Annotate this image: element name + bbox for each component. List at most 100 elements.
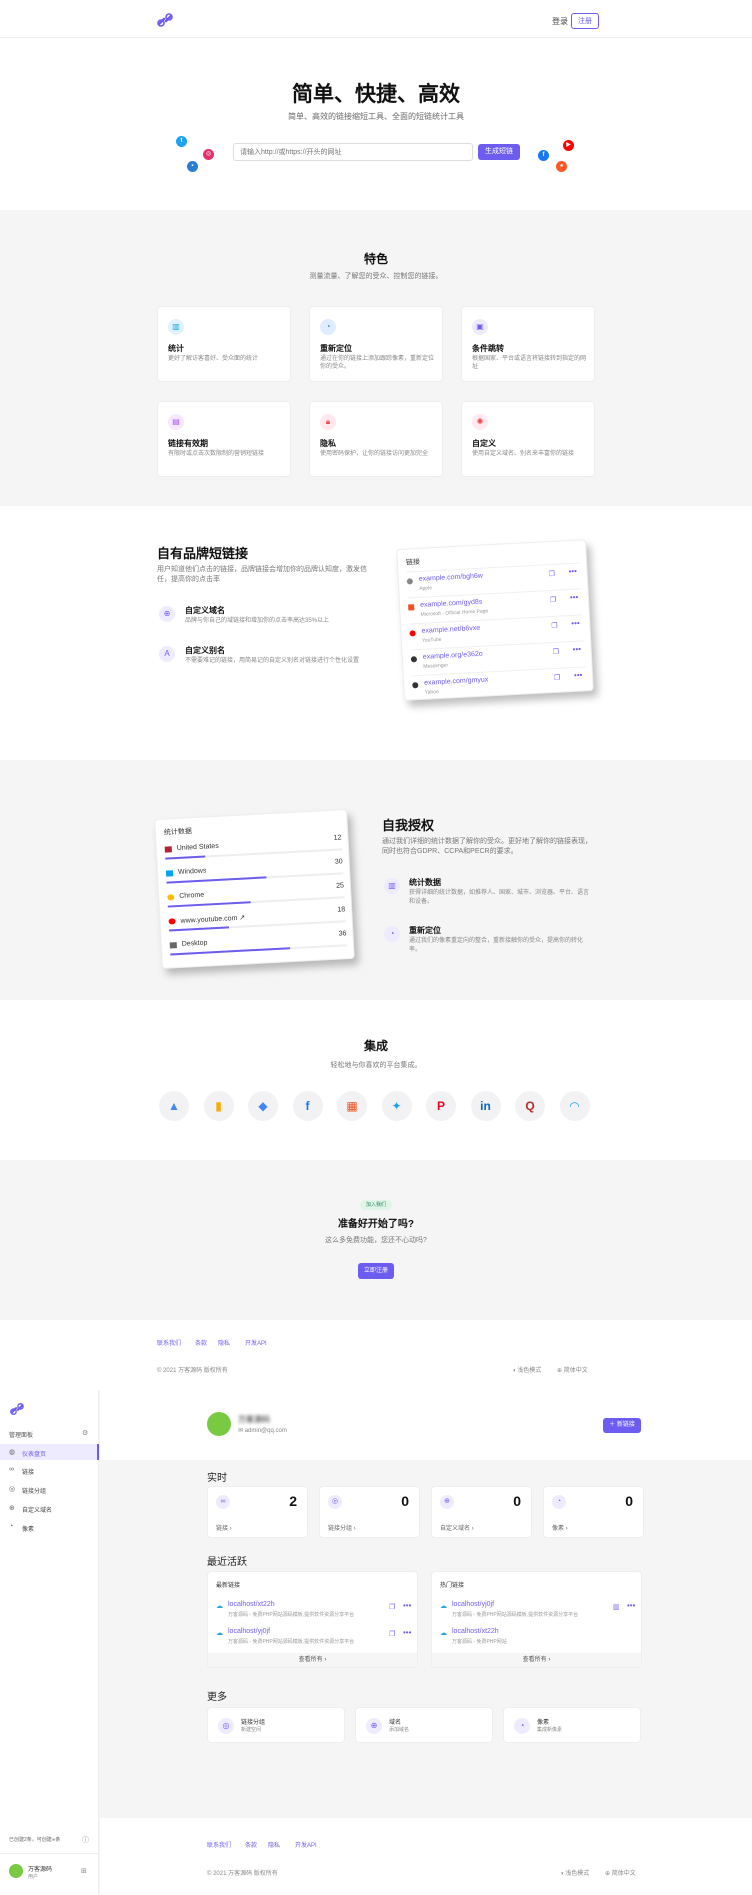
new-link-button[interactable]: ＋ 新链接: [603, 1418, 641, 1433]
youtube-icon: [168, 918, 176, 925]
more-icon[interactable]: •••: [403, 1628, 411, 1637]
footer-link-privacy[interactable]: 隐私: [268, 1840, 280, 1849]
more-icon[interactable]: •••: [574, 671, 583, 680]
link-logo-icon[interactable]: [9, 1402, 25, 1416]
link-logo-icon[interactable]: [156, 12, 174, 28]
stat-bar: [169, 926, 230, 932]
sidebar-item-dashboard[interactable]: ◍ 仪表盘页: [0, 1444, 99, 1460]
copy-icon[interactable]: ❐: [389, 1603, 395, 1611]
stat-name: Desktop: [181, 939, 208, 948]
avatar[interactable]: [207, 1412, 231, 1436]
more-card-pixels[interactable]: ◔ 像素 集成新像素: [503, 1707, 641, 1743]
stat-name: United States: [176, 842, 219, 853]
short-url[interactable]: example.com/gyd8s: [420, 599, 483, 609]
short-url[interactable]: localhost/yj0jf: [452, 1601, 494, 1608]
adroll-icon[interactable]: ◠: [559, 1091, 590, 1121]
kpi-links[interactable]: ∞ 2 链接 ›: [207, 1486, 308, 1538]
link-desc: 万客源码 - 免费PHP网站源码模板,提供软件资源分享平台: [228, 1612, 355, 1618]
recent-heading: 最近活跃: [207, 1557, 247, 1568]
footer-link-terms[interactable]: 条款: [245, 1840, 257, 1849]
copy-icon[interactable]: ❐: [389, 1630, 395, 1638]
copy-icon[interactable]: ❐: [553, 648, 560, 656]
more-sub: 集成新像素: [537, 1727, 563, 1733]
language-select[interactable]: ⊕ 简体中文: [605, 1868, 636, 1877]
short-url[interactable]: localhost/xt22h: [228, 1601, 275, 1608]
self-section: [0, 760, 752, 1000]
footer-link-contact[interactable]: 联系我们: [207, 1840, 231, 1849]
redirect-icon: ▣: [472, 319, 488, 335]
view-all-link[interactable]: 查看所有 ›: [432, 1653, 641, 1667]
integrations-subtitle: 轻松地与你喜欢的平台集成。: [330, 1062, 422, 1069]
footer-link-terms[interactable]: 条款: [195, 1338, 207, 1347]
microsoft-icon[interactable]: ▦: [337, 1091, 367, 1121]
view-all-link[interactable]: 查看所有 ›: [208, 1653, 417, 1667]
google-tag-manager-icon[interactable]: ◆: [248, 1091, 278, 1121]
short-url[interactable]: localhost/yj0jf: [228, 1628, 270, 1635]
register-now-button[interactable]: 立即注册: [358, 1263, 394, 1279]
reddit-icon: ●: [556, 161, 567, 172]
more-icon[interactable]: •••: [572, 645, 581, 654]
theme-toggle[interactable]: ◑ 浅色模式: [560, 1868, 589, 1877]
stats-card-title: 统计数据: [163, 828, 193, 837]
chat-icon: ▪: [187, 161, 198, 172]
logout-icon[interactable]: ⊞: [81, 1867, 87, 1875]
sidebar-item-links[interactable]: ∞ 链接: [0, 1462, 99, 1478]
login-link[interactable]: 登录: [552, 16, 568, 27]
url-input[interactable]: [233, 143, 473, 161]
shorten-form: 生成短链: [233, 143, 520, 161]
quora-icon[interactable]: Q: [515, 1091, 545, 1121]
short-url[interactable]: example.com/gmyux: [424, 676, 488, 686]
footer-copyright: © 2021 万客源码 版权所有: [207, 1871, 278, 1877]
google-analytics-icon[interactable]: ▮: [203, 1091, 234, 1121]
avatar[interactable]: [9, 1864, 23, 1878]
stat-value: 36: [338, 930, 347, 938]
sidebar-item-pixels[interactable]: ◔ 像素: [0, 1519, 99, 1535]
copy-icon[interactable]: ❐: [554, 674, 561, 682]
more-icon[interactable]: •••: [571, 619, 580, 628]
footer-link-api[interactable]: 开发API: [245, 1338, 267, 1347]
language-select[interactable]: ⊕ 简体中文: [557, 1365, 588, 1374]
footer-link-privacy[interactable]: 隐私: [218, 1338, 230, 1347]
stat-value: 30: [334, 858, 343, 866]
kpi-domains[interactable]: ⊕ 0 自定义域名 ›: [431, 1486, 532, 1538]
youtube-icon: [409, 630, 416, 637]
short-url[interactable]: example.org/e362o: [423, 651, 483, 661]
linkedin-icon[interactable]: in: [470, 1091, 501, 1121]
short-url[interactable]: localhost/xt22h: [452, 1628, 499, 1635]
self-feat2-desc: 通过我们的像素重定向的整合，重新接触你的受众，提高你的转化率。: [409, 938, 584, 953]
copy-icon[interactable]: ❐: [550, 596, 557, 604]
more-icon[interactable]: •••: [403, 1601, 411, 1610]
stats-icon[interactable]: ▥: [613, 1603, 620, 1611]
footer-link-contact[interactable]: 联系我们: [157, 1338, 181, 1347]
feature-desc: 更好了解访客喜好、受众面的统计: [168, 356, 259, 362]
sidebar-settings-icon[interactable]: ⚙: [82, 1429, 88, 1437]
feature-desc: 通过在你的链接上添加跟踪像素，重新定位你的受众。: [320, 356, 435, 370]
more-icon[interactable]: •••: [568, 567, 577, 576]
pinterest-icon[interactable]: P: [426, 1091, 456, 1121]
short-url[interactable]: example.com/bgh6w: [419, 573, 483, 583]
features-subtitle: 测量流量、了解您的受众、控制您的链接。: [309, 273, 443, 280]
more-icon[interactable]: •••: [627, 1601, 635, 1610]
footer-link-api[interactable]: 开发API: [295, 1840, 317, 1849]
theme-toggle[interactable]: ◑ 浅色模式: [512, 1365, 541, 1374]
stat-name: Windows: [177, 867, 207, 876]
facebook-icon[interactable]: f: [292, 1091, 323, 1121]
lock-icon: 🔒︎: [320, 414, 336, 430]
google-ads-icon[interactable]: ▲: [159, 1091, 189, 1121]
list-item: ☁ localhost/yj0jf 万客源码 - 免费PHP网站源码模板,提供软…: [216, 1627, 411, 1653]
kpi-groups[interactable]: ◎ 0 链接分组 ›: [319, 1486, 420, 1538]
sidebar-item-domains[interactable]: ⊕ 自定义域名: [0, 1500, 99, 1516]
more-icon[interactable]: •••: [570, 593, 579, 602]
info-icon[interactable]: ⓘ: [82, 1835, 89, 1845]
sidebar-item-groups[interactable]: ◎ 链接分组: [0, 1481, 99, 1497]
copy-icon[interactable]: ❐: [551, 622, 558, 630]
profile-name: 万客源码: [238, 1415, 270, 1424]
more-card-groups[interactable]: ◎ 链接分组 新建空间: [207, 1707, 345, 1743]
twitter-icon[interactable]: ✦: [381, 1091, 412, 1121]
shorten-button[interactable]: 生成短链: [478, 144, 520, 160]
more-card-domains[interactable]: ⊕ 域名 添加域名: [355, 1707, 493, 1743]
kpi-pixels[interactable]: ◔ 0 像素 ›: [543, 1486, 644, 1538]
short-url[interactable]: example.net/b6vxe: [421, 625, 480, 635]
copy-icon[interactable]: ❐: [548, 570, 556, 578]
register-button[interactable]: 注册: [571, 13, 599, 29]
